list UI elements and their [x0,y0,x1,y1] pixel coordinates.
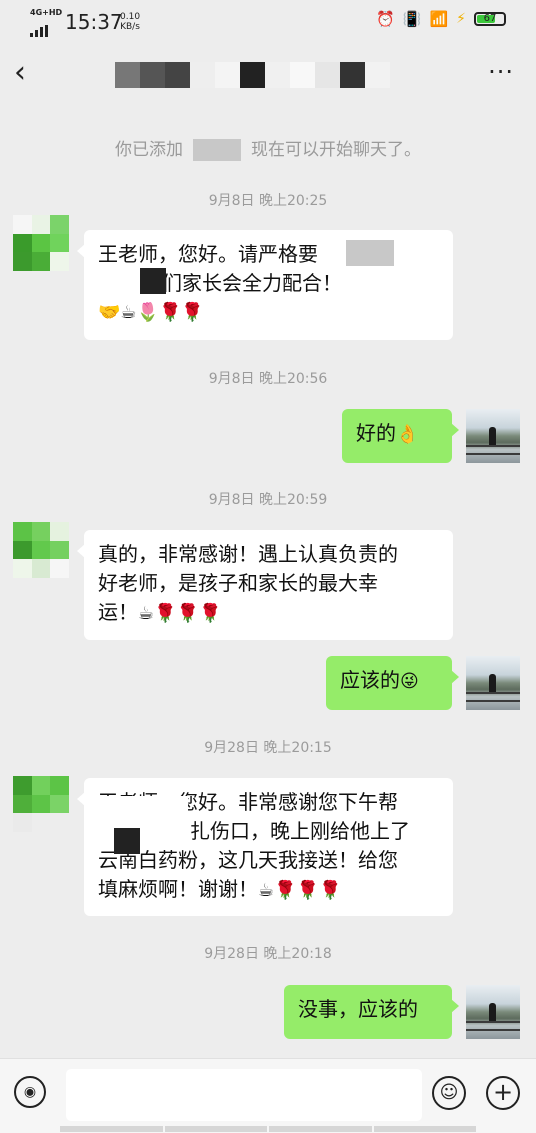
emoji-icon: ☺ [439,1082,459,1103]
battery-level: 67 [483,13,497,24]
self-avatar[interactable] [466,656,520,710]
redacted-name [193,139,241,161]
winking-emoji: 😜 [400,671,419,692]
timestamp: 9月8日 晚上20:25 [208,193,328,209]
message-line: 好老师，是孩子和家长的最大幸 [98,571,378,595]
timestamp: 9月28日 晚上20:15 [204,740,332,756]
system-message-before: 你已添加 [115,140,183,160]
self-avatar[interactable] [466,409,520,463]
message-emoji: ☕🌹🌹🌹 [138,603,222,624]
voice-icon: ◉ [23,1084,37,1100]
self-avatar[interactable] [466,985,520,1039]
vibrate-icon: 📳 [402,10,422,28]
network-type: 4G+HD [30,8,63,17]
timestamp: 9月8日 晚上20:59 [208,492,328,508]
message-line: 填麻烦啊！谢谢！ [98,877,258,901]
message-bubble[interactable]: 王老师，您好。请严格要 我们家长会全力配合！ 🤝☕🌷🌹🌹 [77,230,453,340]
message-bubble-self[interactable]: 好的👌 [342,409,459,463]
message-text: 好的 [356,421,396,445]
message-text: 应该的 [340,668,400,692]
message-emoji: 🤝☕🌷🌹🌹 [98,302,204,323]
chat-header: ‹ ··· [0,44,536,106]
message-bubble-self[interactable]: 没事，应该的 [284,985,459,1039]
contact-name-redacted [115,62,390,88]
signal-icon [30,18,50,37]
battery-icon: 67 [474,12,506,26]
gesture-bar [60,1126,476,1132]
voice-button[interactable]: ◉ [14,1076,46,1108]
message-line: 运！ [98,600,138,624]
status-bar: 4G+HD 15:37 0.10 KB/s ⏰ 📳 📶 ⚡ 67 [0,0,536,44]
message-bubble[interactable]: 王老师，您好。非常感谢您下午帮 扎伤口，晚上刚给他上了 云南白药粉，这几天我接送… [77,778,453,916]
more-functions-button[interactable]: + [486,1076,520,1110]
timestamp: 9月8日 晚上20:56 [208,371,328,387]
message-text: 没事，应该的 [298,997,418,1021]
message-bubble[interactable]: 真的，非常感谢！遇上认真负责的 好老师，是孩子和家长的最大幸 运！☕🌹🌹🌹 [77,530,453,640]
network-speed-value: 0.10 [120,12,141,22]
avatar[interactable] [13,776,69,832]
charging-icon: ⚡ [456,11,466,27]
back-icon: ‹ [14,55,26,90]
wifi-icon: 📶 [429,10,449,28]
avatar[interactable] [13,522,69,578]
more-icon: ··· [488,58,514,86]
alarm-icon: ⏰ [376,10,395,28]
ok-hand-emoji: 👌 [396,424,419,445]
network-speed: 0.10 KB/s [120,12,140,32]
more-options-button[interactable]: ··· [488,58,514,86]
emoji-button[interactable]: ☺ [432,1076,466,1110]
back-button[interactable]: ‹ [14,58,44,92]
message-input[interactable] [66,1069,422,1121]
message-line: 真的，非常感谢！遇上认真负责的 [98,542,398,566]
input-bar: ◉ ☺ + [0,1058,536,1133]
plus-icon: + [492,1078,514,1106]
network-speed-unit: KB/s [120,22,140,32]
clock: 15:37 [65,10,123,34]
avatar[interactable] [13,215,69,271]
message-bubble-self[interactable]: 应该的😜 [326,656,459,710]
timestamp: 9月28日 晚上20:18 [204,946,332,962]
system-message: 你已添加 现在可以开始聊天了。 [0,135,536,161]
system-message-after: 现在可以开始聊天了。 [251,140,421,160]
message-line: 云南白药粉，这几天我接送！给您 [98,848,398,872]
message-emoji: ☕🌹🌹🌹 [258,880,342,901]
